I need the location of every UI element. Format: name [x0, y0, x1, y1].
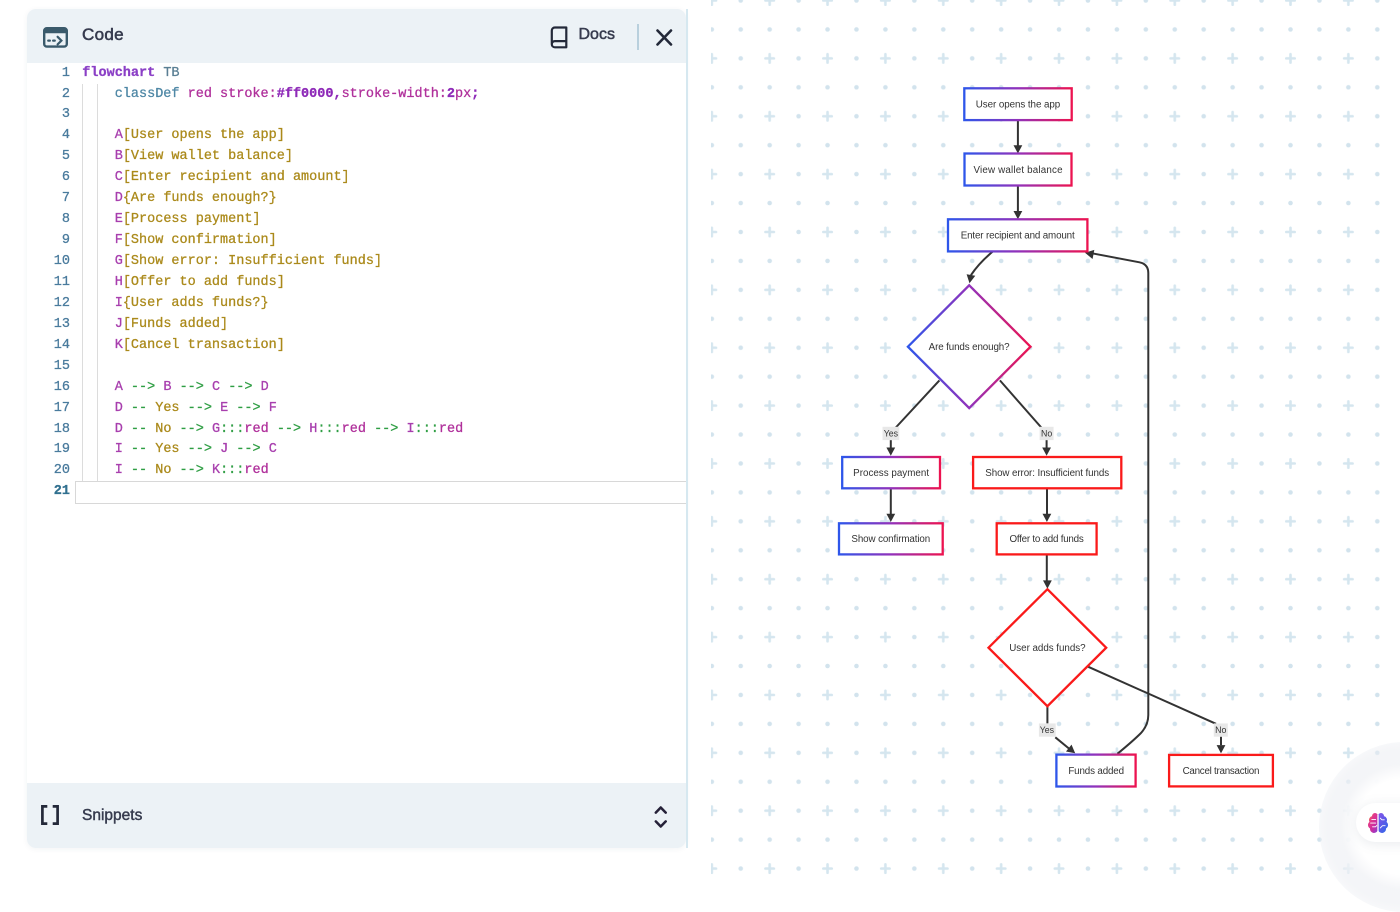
svg-text:Show confirmation: Show confirmation — [851, 534, 930, 545]
svg-text:User adds funds?: User adds funds? — [1009, 643, 1086, 654]
svg-text:Process payment: Process payment — [853, 468, 929, 479]
svg-text:No: No — [1215, 725, 1226, 735]
svg-text:Offer to add funds: Offer to add funds — [1009, 534, 1083, 545]
svg-text:Are funds enough?: Are funds enough? — [929, 342, 1010, 353]
svg-text:View wallet balance: View wallet balance — [973, 165, 1063, 176]
svg-text:User opens the app: User opens the app — [976, 100, 1061, 111]
svg-text:Cancel transaction: Cancel transaction — [1183, 766, 1260, 777]
svg-text:Yes: Yes — [1040, 725, 1055, 735]
svg-text:Show error: Insufficient funds: Show error: Insufficient funds — [985, 468, 1109, 479]
svg-text:Yes: Yes — [884, 429, 899, 439]
svg-text:Funds added: Funds added — [1068, 766, 1124, 777]
svg-text:Enter recipient and amount: Enter recipient and amount — [961, 231, 1075, 242]
svg-text:No: No — [1041, 429, 1052, 439]
